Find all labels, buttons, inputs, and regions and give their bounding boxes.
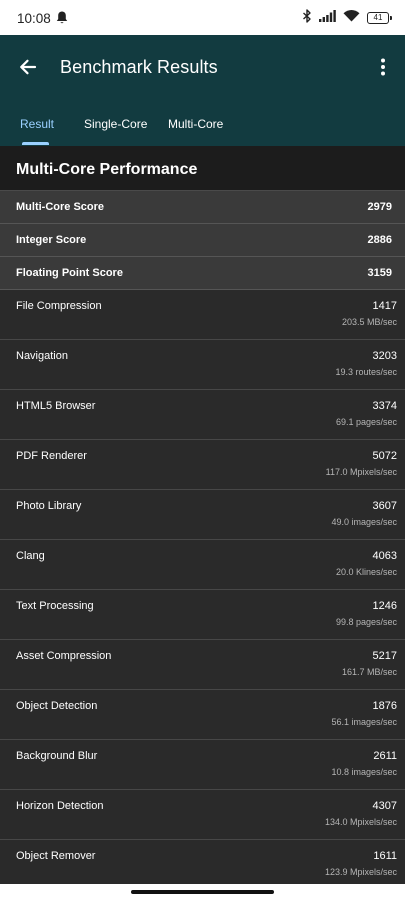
tab-result[interactable]: Result [20,117,54,131]
workload-rate: 134.0 Mpixels/sec [324,817,397,827]
navigation-bar [0,884,405,900]
workload-score: 1246 [372,600,397,612]
workload-row: Navigation 3203 19.3 routes/sec [0,340,405,390]
back-button[interactable] [14,53,42,81]
workload-row: Object Remover 1611 123.9 Mpixels/sec [0,840,405,884]
workload-row: Clang 4063 20.0 Klines/sec [0,540,405,590]
notification-bell-icon [55,10,69,26]
workload-row: Background Blur 2611 10.8 images/sec [0,740,405,790]
workload-name: Text Processing [16,600,94,612]
tab-multi-core[interactable]: Multi-Core [168,117,223,131]
workload-name: PDF Renderer [16,450,87,462]
workload-rate: 117.0 Mpixels/sec [325,467,397,477]
workload-row: HTML5 Browser 3374 69.1 pages/sec [0,390,405,440]
active-tab-indicator [22,142,49,145]
page-title: Benchmark Results [60,57,218,77]
status-icons: 41 [302,8,392,28]
summary-score-label: Floating Point Score [16,267,123,279]
workload-row: Asset Compression 5217 161.7 MB/sec [0,640,405,690]
workload-name: Asset Compression [16,650,112,662]
more-options-button[interactable] [373,53,393,81]
workload-score: 4307 [372,800,397,812]
workload-name: Horizon Detection [16,800,104,812]
summary-score-row: Multi-Core Score 2979 [0,191,405,224]
workload-rate: 161.7 MB/sec [341,667,397,677]
workload-score: 1876 [372,700,397,712]
tab-bar: Result Single-Core Multi-Core [0,113,405,146]
section-header: Multi-Core Performance [0,146,405,191]
workload-row: PDF Renderer 5072 117.0 Mpixels/sec [0,440,405,490]
workload-name: Navigation [16,350,68,362]
summary-score-label: Integer Score [16,234,87,246]
battery-icon: 41 [367,12,392,24]
workload-name: Object Remover [16,850,96,862]
workload-rate: 203.5 MB/sec [341,317,397,327]
home-indicator[interactable] [131,890,274,894]
workload-score: 3203 [372,350,397,362]
workload-score: 3374 [372,400,397,412]
tab-single-core[interactable]: Single-Core [84,117,147,131]
workload-rate: 69.1 pages/sec [335,417,397,427]
signal-icon [319,9,336,27]
workload-rate: 56.1 images/sec [331,717,397,727]
workload-rate: 10.8 images/sec [331,767,397,777]
workload-name: HTML5 Browser [16,400,96,412]
more-vertical-icon [381,58,385,76]
workload-row: Object Detection 1876 56.1 images/sec [0,690,405,740]
workload-row: Photo Library 3607 49.0 images/sec [0,490,405,540]
workload-score: 2611 [373,750,397,762]
workload-rate: 99.8 pages/sec [335,617,397,627]
workload-score: 1417 [372,300,397,312]
workload-name: File Compression [16,300,102,312]
wifi-icon [343,9,360,27]
workload-rate: 49.0 images/sec [331,517,397,527]
summary-score-value: 3159 [367,267,392,279]
summary-score-label: Multi-Core Score [16,201,105,213]
workload-score: 5217 [372,650,397,662]
workload-name: Photo Library [16,500,82,512]
workload-rate: 20.0 Klines/sec [335,567,397,577]
workload-rate: 19.3 routes/sec [335,367,397,377]
summary-score-row: Floating Point Score 3159 [0,257,405,290]
workload-name: Object Detection [16,700,98,712]
app-header: Benchmark Results Result Single-Core Mul… [0,35,405,146]
workload-score: 1611 [373,850,397,862]
workload-name: Clang [16,550,45,562]
workload-score: 4063 [372,550,397,562]
bluetooth-icon [302,8,312,28]
summary-score-value: 2979 [367,201,392,213]
summary-score-row: Integer Score 2886 [0,224,405,257]
workload-score: 3607 [372,500,397,512]
summary-score-value: 2886 [367,234,392,246]
section-title: Multi-Core Performance [16,161,198,178]
workload-row: File Compression 1417 203.5 MB/sec [0,290,405,340]
workload-score: 5072 [372,450,397,462]
status-bar: 10:08 41 [0,0,405,35]
arrow-left-icon [20,59,37,75]
workload-row: Text Processing 1246 99.8 pages/sec [0,590,405,640]
workload-row: Horizon Detection 4307 134.0 Mpixels/sec [0,790,405,840]
results-list[interactable]: Multi-Core Performance Multi-Core Score … [0,146,405,884]
workload-name: Background Blur [16,750,98,762]
workload-rate: 123.9 Mpixels/sec [324,867,397,877]
status-time: 10:08 [17,11,51,26]
